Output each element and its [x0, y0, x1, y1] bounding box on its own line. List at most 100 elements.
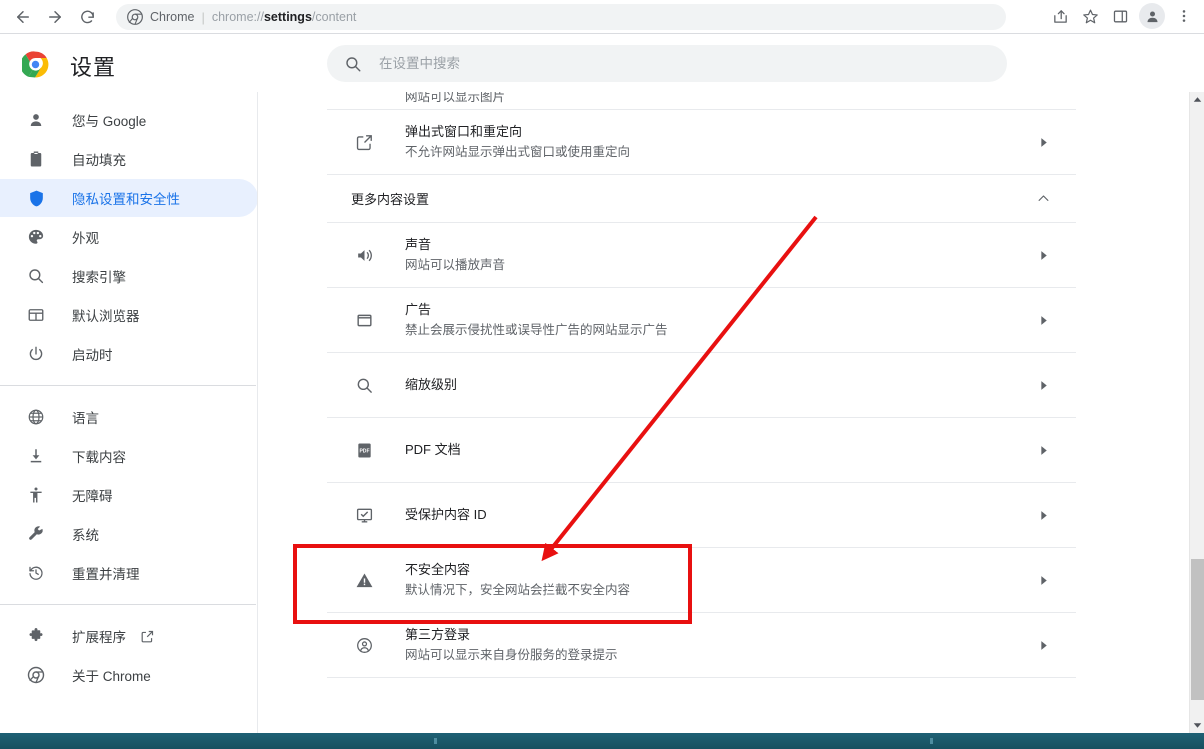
- search-input[interactable]: [379, 51, 939, 76]
- row-title: 广告: [405, 301, 432, 317]
- sidebar-divider-vertical: [257, 92, 258, 733]
- three-dot-menu-icon[interactable]: [1170, 2, 1198, 30]
- os-taskbar: [0, 733, 1204, 749]
- sidebar-item-extensions[interactable]: 扩展程序: [0, 617, 258, 655]
- ad-box-icon: [354, 310, 374, 330]
- row-protected-content-id[interactable]: 受保护内容 ID: [327, 483, 1076, 548]
- sidebar-item-about-chrome[interactable]: 关于 Chrome: [0, 656, 258, 694]
- chevron-right-icon: [1034, 133, 1052, 151]
- sidebar-item-label: 默认浏览器: [72, 309, 140, 324]
- sidebar-item-autofill[interactable]: 自动填充: [0, 140, 258, 178]
- row-zoom-levels[interactable]: 缩放级别: [327, 353, 1076, 418]
- history-restore-icon: [26, 563, 46, 583]
- sidebar-item-label: 您与 Google: [72, 114, 147, 129]
- chevron-up-icon[interactable]: [1034, 190, 1052, 208]
- chevron-right-icon: [1034, 506, 1052, 524]
- omnibox-chip-label: Chrome: [150, 10, 195, 24]
- sidebar-divider-1: [0, 385, 256, 386]
- sidebar-item-label: 下载内容: [72, 450, 126, 465]
- sidebar-item-languages[interactable]: 语言: [0, 398, 258, 436]
- chevron-right-icon: [1034, 571, 1052, 589]
- sidebar-item-label: 隐私设置和安全性: [72, 192, 180, 207]
- sidebar-item-system[interactable]: 系统: [0, 515, 258, 553]
- sidebar-item-privacy-and-security[interactable]: 隐私设置和安全性: [0, 179, 258, 217]
- settings-content: 网站可以显示图片 弹出式窗口和重定向 不允许网站显示弹出式窗口或使用重定向 更多…: [259, 92, 1189, 733]
- row-third-party-sign-in[interactable]: 第三方登录 网站可以显示来自身份服务的登录提示: [327, 613, 1076, 678]
- row-text: 第三方登录 网站可以显示来自身份服务的登录提示: [405, 626, 1034, 665]
- sidebar-item-on-startup[interactable]: 启动时: [0, 335, 258, 373]
- external-link-icon: [354, 132, 374, 152]
- row-text: 声音 网站可以播放声音: [405, 236, 1034, 275]
- sidebar-item-label: 语言: [72, 411, 99, 426]
- section-more-content-settings[interactable]: 更多内容设置: [327, 175, 1076, 223]
- sidebar-divider-2: [0, 604, 256, 605]
- row-title: 不安全内容: [405, 561, 471, 577]
- navigation-buttons: [0, 2, 102, 32]
- settings-search-box[interactable]: [327, 45, 1007, 82]
- wrench-icon: [26, 524, 46, 544]
- section-title: 更多内容设置: [351, 192, 430, 207]
- row-subtitle: 网站可以播放声音: [405, 257, 506, 272]
- row-sound[interactable]: 声音 网站可以播放声音: [327, 223, 1076, 288]
- scroll-up-arrow-icon[interactable]: [1190, 92, 1204, 107]
- power-icon: [26, 344, 46, 364]
- share-icon[interactable]: [1046, 2, 1074, 30]
- row-ads[interactable]: 广告 禁止会展示侵扰性或误导性广告的网站显示广告: [327, 288, 1076, 353]
- sidebar-item-label: 重置并清理: [72, 567, 140, 582]
- omnibox-separator: |: [201, 9, 205, 25]
- sidebar-item-you-and-google[interactable]: 您与 Google: [0, 101, 258, 139]
- sidebar-item-label: 搜索引擎: [72, 270, 126, 285]
- sidebar-item-label: 关于 Chrome: [72, 669, 151, 684]
- sidebar-item-label: 启动时: [72, 348, 113, 363]
- row-popups-and-redirects[interactable]: 弹出式窗口和重定向 不允许网站显示弹出式窗口或使用重定向: [327, 110, 1076, 175]
- sidebar-item-appearance[interactable]: 外观: [0, 218, 258, 256]
- page-scrollbar[interactable]: [1189, 92, 1204, 733]
- sidebar-item-label: 无障碍: [72, 489, 113, 504]
- image-icon: [354, 92, 374, 109]
- download-icon: [26, 446, 46, 466]
- sidebar-item-label: 外观: [72, 231, 99, 246]
- sidebar-item-reset-and-cleanup[interactable]: 重置并清理: [0, 554, 258, 592]
- forward-arrow-icon[interactable]: [40, 2, 70, 32]
- sidebar-item-label: 自动填充: [72, 153, 126, 168]
- url-prefix: chrome://: [211, 10, 264, 24]
- sidebar-item-accessibility[interactable]: 无障碍: [0, 476, 258, 514]
- row-subtitle: 默认情况下，安全网站会拦截不安全内容: [405, 582, 631, 597]
- accessibility-icon: [26, 485, 46, 505]
- chrome-logo-icon: [20, 51, 49, 78]
- row-text: 受保护内容 ID: [405, 506, 1034, 524]
- sidebar-item-search-engine[interactable]: 搜索引擎: [0, 257, 258, 295]
- back-arrow-icon[interactable]: [8, 2, 38, 32]
- row-text: 广告 禁止会展示侵扰性或误导性广告的网站显示广告: [405, 301, 1034, 340]
- settings-body: 您与 Google 自动填充 隐私设置和安全性 外观 搜索引擎 默认浏览器 启动…: [0, 92, 1189, 733]
- chevron-right-icon: [1034, 441, 1052, 459]
- row-text: 弹出式窗口和重定向 不允许网站显示弹出式窗口或使用重定向: [405, 123, 1034, 162]
- sidebar-item-downloads[interactable]: 下载内容: [0, 437, 258, 475]
- url-bold: settings: [263, 10, 312, 24]
- omnibox[interactable]: Chrome | chrome://settings/content: [116, 4, 1006, 30]
- warning-triangle-icon: [354, 570, 374, 590]
- star-icon[interactable]: [1076, 2, 1104, 30]
- browser-window-icon: [26, 305, 46, 325]
- side-panel-icon[interactable]: [1106, 2, 1134, 30]
- row-text: 缩放级别: [405, 376, 1034, 394]
- globe-icon: [26, 407, 46, 427]
- sidebar-item-default-browser[interactable]: 默认浏览器: [0, 296, 258, 334]
- row-text: PDF 文档: [405, 441, 1034, 459]
- toolbar-actions: [1046, 2, 1198, 30]
- row-pdf-documents[interactable]: PDF PDF 文档: [327, 418, 1076, 483]
- scrollbar-thumb[interactable]: [1191, 559, 1204, 700]
- chrome-icon: [26, 665, 46, 685]
- palette-icon: [26, 227, 46, 247]
- sidebar-item-label: 系统: [72, 528, 99, 543]
- row-title: 缩放级别: [405, 377, 458, 392]
- profile-avatar[interactable]: [1139, 3, 1165, 29]
- volume-icon: [354, 245, 374, 265]
- row-subtitle: 网站可以显示图片: [405, 92, 506, 104]
- row-insecure-content[interactable]: 不安全内容 默认情况下，安全网站会拦截不安全内容: [327, 548, 1076, 613]
- row-images-partial[interactable]: 网站可以显示图片: [327, 92, 1076, 110]
- scroll-down-arrow-icon[interactable]: [1190, 718, 1204, 733]
- reload-icon[interactable]: [72, 2, 102, 32]
- url-suffix: /content: [311, 10, 357, 24]
- row-title: 第三方登录: [405, 626, 471, 642]
